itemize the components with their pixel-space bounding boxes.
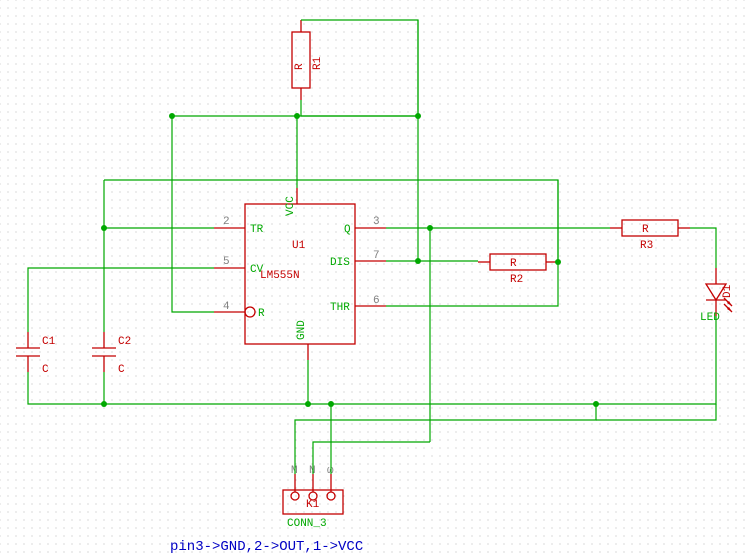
resistor-r3 bbox=[622, 220, 678, 236]
r1-val: R bbox=[294, 63, 306, 70]
pin-thr-lbl: THR bbox=[330, 302, 350, 314]
r3-val: R bbox=[642, 224, 649, 236]
pin-tr-num: 2 bbox=[223, 216, 230, 228]
pin-tr-lbl: TR bbox=[250, 224, 264, 236]
pin-dis-num: 7 bbox=[373, 250, 380, 262]
resistor-r2 bbox=[490, 254, 546, 270]
r3-ref: R3 bbox=[640, 240, 653, 252]
pin-q-lbl: Q bbox=[344, 224, 351, 236]
r2-ref: R2 bbox=[510, 274, 523, 286]
c2-ref: C2 bbox=[118, 336, 131, 348]
c1-ref: C1 bbox=[42, 336, 56, 348]
note-text: pin3->GND,2->OUT,1->VCC bbox=[170, 539, 363, 555]
k1-val: CONN_3 bbox=[287, 518, 327, 530]
pin-r-num: 4 bbox=[223, 301, 230, 313]
pin-cv-lbl: CV bbox=[250, 264, 264, 276]
pin-dis-lbl: DIS bbox=[330, 257, 350, 269]
c1-val: C bbox=[42, 364, 49, 376]
k1-pin1: M bbox=[291, 465, 298, 477]
d1-val: LED bbox=[700, 312, 720, 324]
pin-vcc-lbl: VCC bbox=[285, 196, 297, 216]
d1-ref: D1 bbox=[722, 284, 734, 298]
ic-name: LM555N bbox=[260, 270, 300, 282]
resistor-r1 bbox=[292, 32, 310, 88]
capacitor-c2 bbox=[92, 332, 116, 372]
ic-ref: U1 bbox=[292, 240, 306, 252]
c2-val: C bbox=[118, 364, 125, 376]
pin-thr-num: 6 bbox=[373, 295, 380, 307]
pin-r-lbl: R bbox=[258, 308, 265, 320]
capacitor-c1 bbox=[16, 332, 40, 372]
r1-ref: R1 bbox=[312, 56, 324, 70]
r2-val: R bbox=[510, 258, 517, 270]
k1-ref: K1 bbox=[306, 499, 320, 511]
k1-pin2: N bbox=[309, 465, 316, 477]
pin-gnd-lbl: GND bbox=[296, 320, 308, 340]
pin-q-num: 3 bbox=[373, 216, 380, 228]
pin-cv-num: 5 bbox=[223, 256, 230, 268]
